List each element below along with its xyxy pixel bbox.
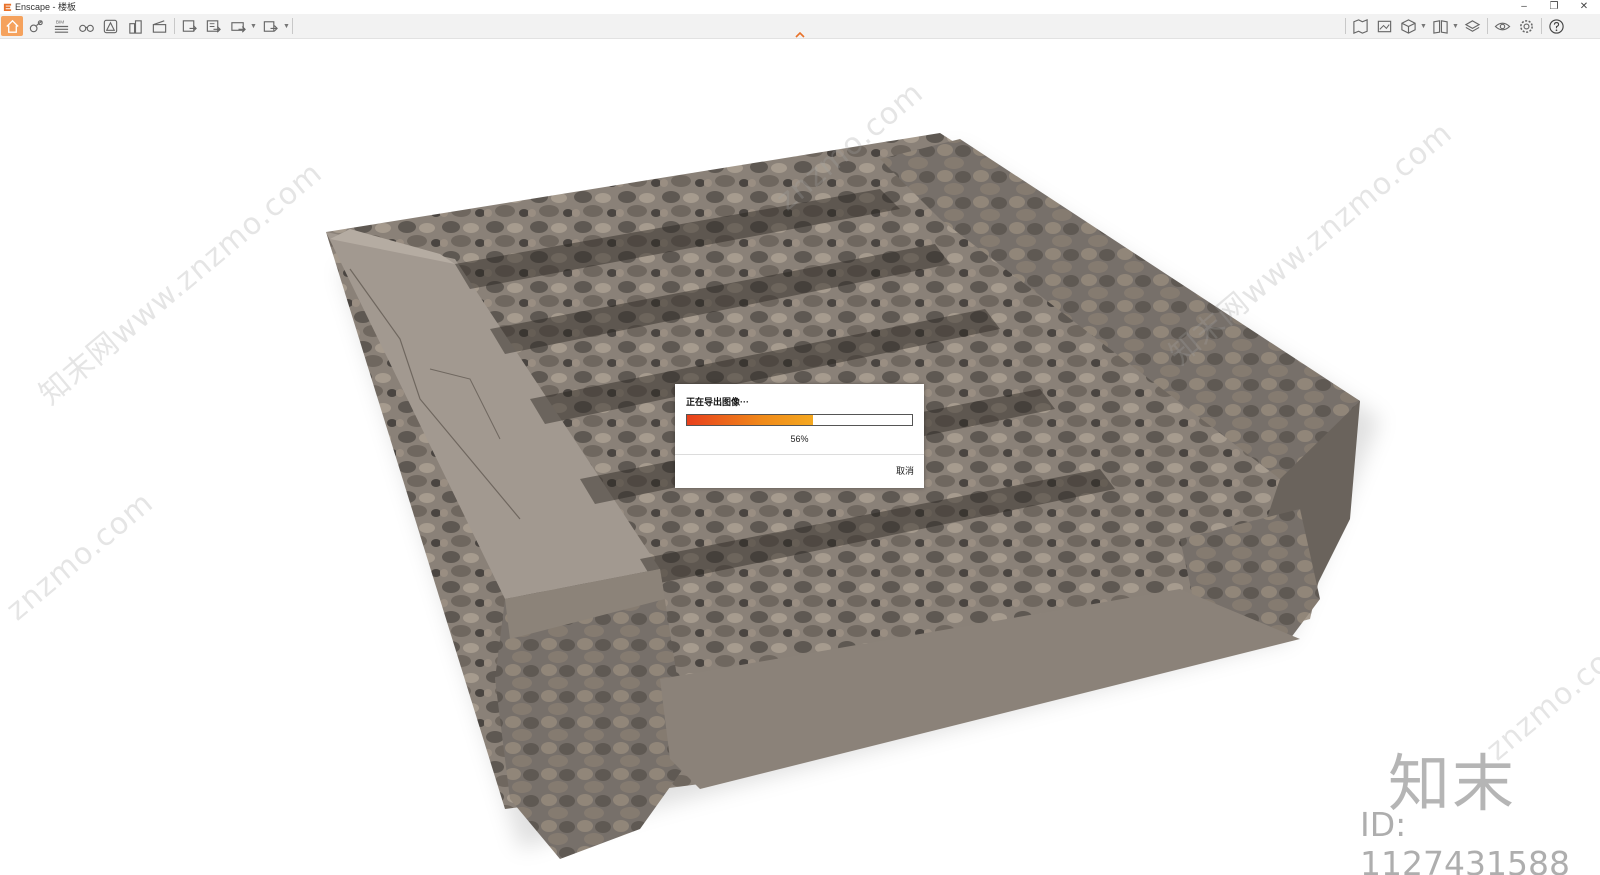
window-title: Enscape - 楼板 (15, 2, 77, 12)
export-screenshot-icon (182, 19, 197, 32)
enscape-logo-icon (3, 3, 12, 11)
help-icon (1548, 18, 1564, 34)
book-icon (1432, 19, 1448, 34)
toolbar-separator (1487, 18, 1488, 34)
chevron-down-icon[interactable]: ▼ (1420, 23, 1427, 30)
layers-button[interactable] (1461, 16, 1483, 36)
material-button[interactable] (99, 16, 121, 36)
asset-library-icon (29, 19, 43, 32)
export-exe-button[interactable] (259, 16, 281, 36)
cube-icon (1400, 18, 1416, 34)
toolbar-separator (292, 18, 293, 34)
settings-icon (1519, 19, 1533, 33)
map-icon (1352, 18, 1368, 34)
image-button[interactable] (1373, 16, 1395, 36)
progress-percent-label: 56% (790, 434, 809, 444)
toolbar-separator (174, 18, 175, 34)
eye-icon (1494, 22, 1510, 30)
export-progress-dialog: 正在导出图像··· 56% 取消 (675, 384, 924, 488)
toolbar-separator (1541, 18, 1542, 34)
progress-bar-fill (687, 415, 813, 425)
toolbar-separator (1345, 18, 1346, 34)
brand-id-watermark: ID: 1127431588 (1360, 805, 1570, 875)
bim-button[interactable]: BIM (50, 16, 72, 36)
layers-icon (1464, 19, 1480, 32)
minimize-button[interactable]: – (1510, 0, 1538, 14)
close-button[interactable]: ✕ (1570, 0, 1598, 14)
export-batch-icon (206, 19, 221, 33)
image-icon (1377, 20, 1391, 32)
bim-icon: BIM (54, 19, 68, 33)
toolbar: BIM ▼ ▼ ▼ ▼ (0, 14, 1600, 39)
export-batch-button[interactable] (202, 16, 224, 36)
restore-button[interactable]: ❐ (1540, 0, 1568, 14)
buildings-button[interactable] (124, 16, 146, 36)
export-panorama-icon (230, 21, 246, 33)
chevron-down-icon[interactable]: ▼ (283, 23, 290, 30)
dialog-title: 正在导出图像··· (686, 397, 749, 407)
book-button[interactable] (1429, 16, 1451, 36)
map-button[interactable] (1349, 16, 1371, 36)
home-icon (5, 19, 19, 33)
video-editor-icon (152, 19, 166, 33)
binoculars-icon (78, 24, 94, 32)
buildings-icon (128, 19, 142, 34)
settings-button[interactable] (1515, 16, 1537, 36)
video-editor-button[interactable] (148, 16, 170, 36)
export-exe-icon (263, 20, 278, 32)
export-screenshot-button[interactable] (178, 16, 200, 36)
cancel-button[interactable]: 取消 (896, 464, 914, 477)
asset-library-button[interactable] (25, 16, 47, 36)
progress-bar (686, 414, 913, 426)
walk-mode-button[interactable] (75, 16, 97, 36)
material-icon (103, 19, 117, 33)
chevron-down-icon[interactable]: ▼ (250, 23, 257, 30)
home-button[interactable] (1, 16, 23, 36)
help-button[interactable] (1545, 16, 1567, 36)
export-panorama-button[interactable] (227, 16, 249, 36)
visibility-button[interactable] (1491, 16, 1513, 36)
chevron-down-icon[interactable]: ▼ (1452, 23, 1459, 30)
dialog-divider (675, 454, 924, 455)
svg-text:BIM: BIM (55, 19, 63, 25)
cube-button[interactable] (1397, 16, 1419, 36)
title-bar: Enscape - 楼板 – ❐ ✕ (0, 0, 1600, 14)
